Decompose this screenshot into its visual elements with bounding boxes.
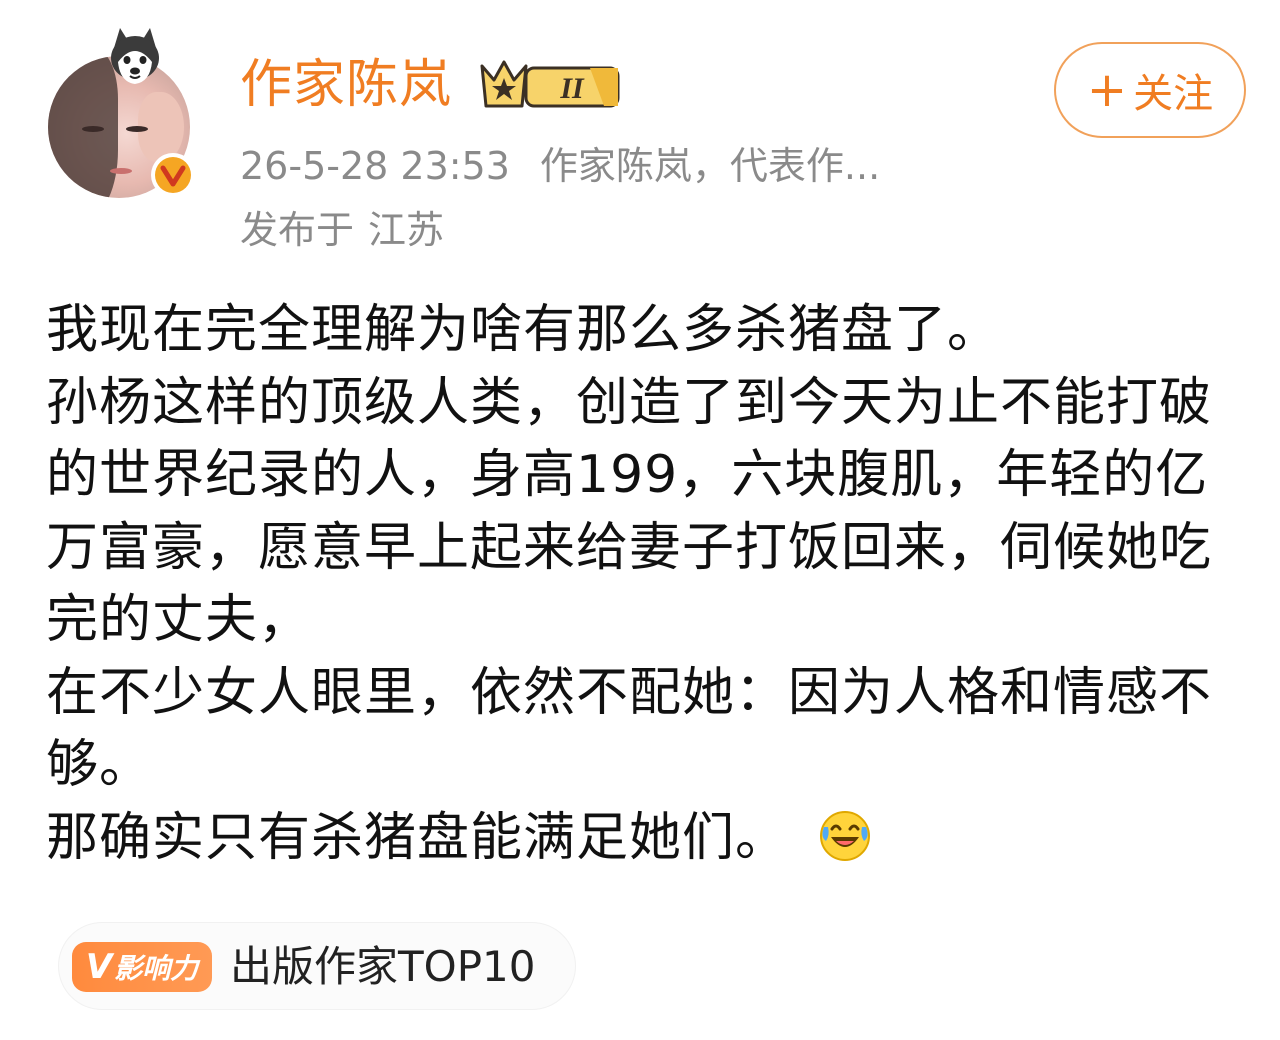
influence-v-icon: V [85,947,113,987]
influence-badge: V 影响力 [72,942,212,992]
location-prefix: 发布于 [240,208,355,252]
avatar-eye-right [126,126,148,132]
post-meta: 26-5-28 23:53 作家陈岚，代表作... [240,140,880,192]
author-bio[interactable]: 作家陈岚，代表作... [540,144,880,188]
verified-v-icon[interactable] [150,152,196,198]
post-location: 发布于 江苏 [240,204,444,256]
influence-tag[interactable]: V 影响力 出版作家TOP10 [58,922,576,1010]
weibo-post: 作家陈岚 II 26-5-28 23:53 作家陈岚，代表作... 发布于 江苏 +… [0,0,1280,1040]
location-value: 江苏 [368,208,445,252]
avatar-mouth [110,168,132,174]
author-name[interactable]: 作家陈岚 [240,52,452,118]
post-paragraph: 在不少女人眼里，依然不配她：因为人格和情感不够。 [46,662,1213,796]
avatar-container[interactable] [48,28,198,202]
post-paragraph: 我现在完全理解为啥有那么多杀猪盘了。 [46,300,1001,360]
post-paragraph-last: 那确实只有杀猪盘能满足她们。 [46,802,1236,875]
post-content: 我现在完全理解为啥有那么多杀猪盘了。 孙杨这样的顶级人类，创造了到今天为止不能打… [46,294,1236,874]
crown-badge-icon[interactable]: II [478,56,624,114]
post-timestamp: 26-5-28 23:53 [240,144,510,188]
follow-button[interactable]: + 关注 [1054,42,1246,138]
follow-label: 关注 [1133,71,1214,117]
influence-text: 出版作家TOP10 [230,942,536,991]
influence-badge-label: 影响力 [114,952,199,985]
post-paragraph: 那确实只有杀猪盘能满足她们。 [46,807,789,868]
level-badge-label: II [559,72,585,105]
husky-icon [111,28,159,84]
plus-icon: + [1086,62,1128,118]
avatar-eye-left [82,126,104,132]
laughing-crying-emoji-icon [820,810,871,861]
post-paragraph: 孙杨这样的顶级人类，创造了到今天为止不能打破的世界纪录的人，身高199，六块腹肌… [46,372,1213,651]
